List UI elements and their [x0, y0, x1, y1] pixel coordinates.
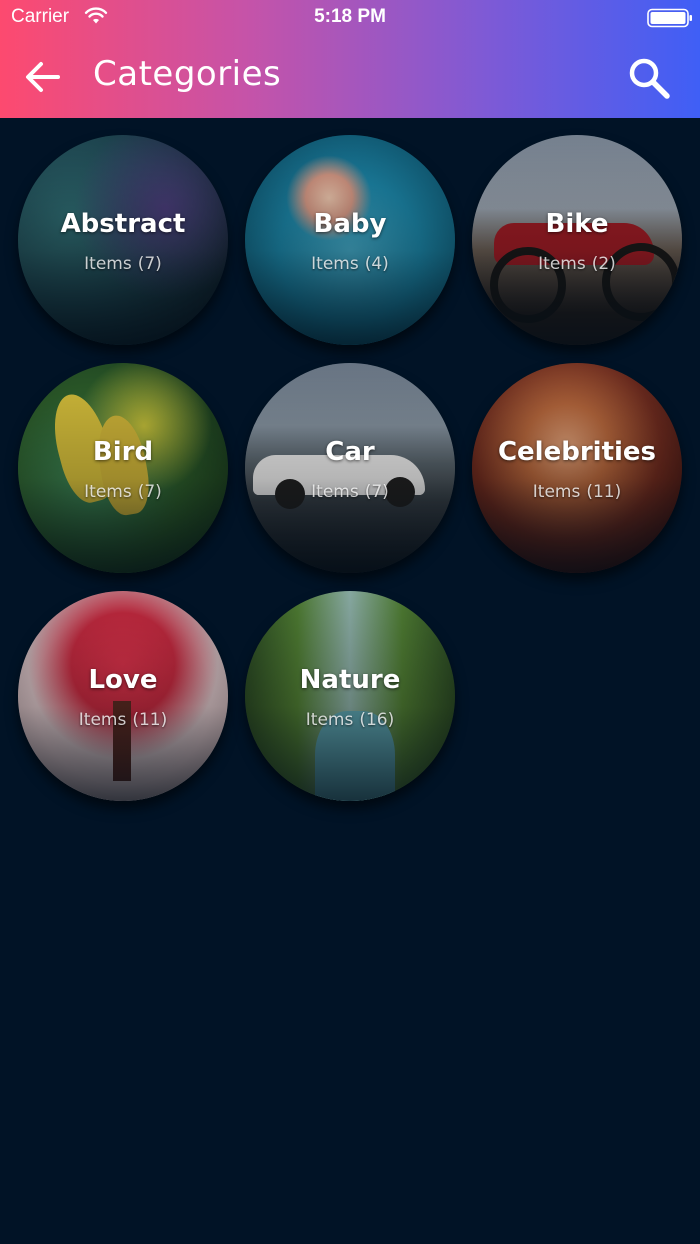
category-count: Items (11) — [18, 710, 228, 730]
count-value: (2) — [591, 254, 616, 274]
search-icon — [629, 58, 670, 99]
items-label: Items — [538, 254, 586, 274]
category-bike[interactable]: Bike Items (2) — [472, 135, 682, 345]
arrow-left-icon — [26, 62, 60, 92]
category-count: Items (16) — [245, 710, 455, 730]
tile-shade — [18, 135, 228, 345]
category-bird[interactable]: Bird Items (7) — [18, 363, 228, 573]
items-label: Items — [84, 482, 132, 502]
category-name: Baby — [313, 209, 387, 239]
tile-shade — [245, 591, 455, 801]
category-name: Nature — [299, 665, 401, 695]
tile-shade — [18, 363, 228, 573]
category-count: Items (11) — [472, 482, 682, 502]
category-name: Car — [325, 437, 375, 467]
clock: 5:18 PM — [314, 6, 386, 27]
category-name: Celebrities — [497, 437, 657, 467]
count-value: (16) — [359, 710, 395, 730]
count-value: (7) — [137, 254, 162, 274]
tile-shade — [245, 363, 455, 573]
page-title: Categories — [93, 54, 282, 94]
status-bar: Carrier 5:18 PM — [0, 0, 700, 36]
items-label: Items — [532, 482, 581, 502]
items-label: Items — [305, 710, 354, 730]
category-name: Love — [88, 665, 158, 695]
category-name: Abstract — [60, 209, 186, 239]
tile-shade — [472, 363, 682, 573]
back-button[interactable] — [22, 57, 62, 97]
items-label: Items — [311, 482, 359, 502]
items-label: Items — [78, 710, 127, 730]
tile-shade — [245, 135, 455, 345]
category-nature[interactable]: Nature Items (16) — [245, 591, 455, 801]
tile-shade — [18, 591, 228, 801]
category-celebrities[interactable]: Celebrities Items (11) — [472, 363, 682, 573]
app-bar: Carrier 5:18 PM Categories — [0, 0, 700, 118]
count-value: (4) — [364, 254, 389, 274]
count-value: (11) — [132, 710, 168, 730]
category-count: Items (7) — [18, 254, 228, 274]
category-baby[interactable]: Baby Items (4) — [245, 135, 455, 345]
category-count: Items (2) — [472, 254, 682, 274]
category-count: Items (7) — [245, 482, 455, 502]
items-label: Items — [311, 254, 359, 274]
category-count: Items (7) — [18, 482, 228, 502]
category-abstract[interactable]: Abstract Items (7) — [18, 135, 228, 345]
count-value: (7) — [137, 482, 162, 502]
category-name: Bike — [545, 209, 609, 239]
category-car[interactable]: Car Items (7) — [245, 363, 455, 573]
count-value: (11) — [586, 482, 622, 502]
count-value: (7) — [364, 482, 389, 502]
category-count: Items (4) — [245, 254, 455, 274]
items-label: Items — [84, 254, 132, 274]
search-button[interactable] — [626, 56, 672, 100]
category-name: Bird — [92, 437, 154, 467]
category-love[interactable]: Love Items (11) — [18, 591, 228, 801]
tile-shade — [472, 135, 682, 345]
battery-icon — [647, 8, 693, 32]
